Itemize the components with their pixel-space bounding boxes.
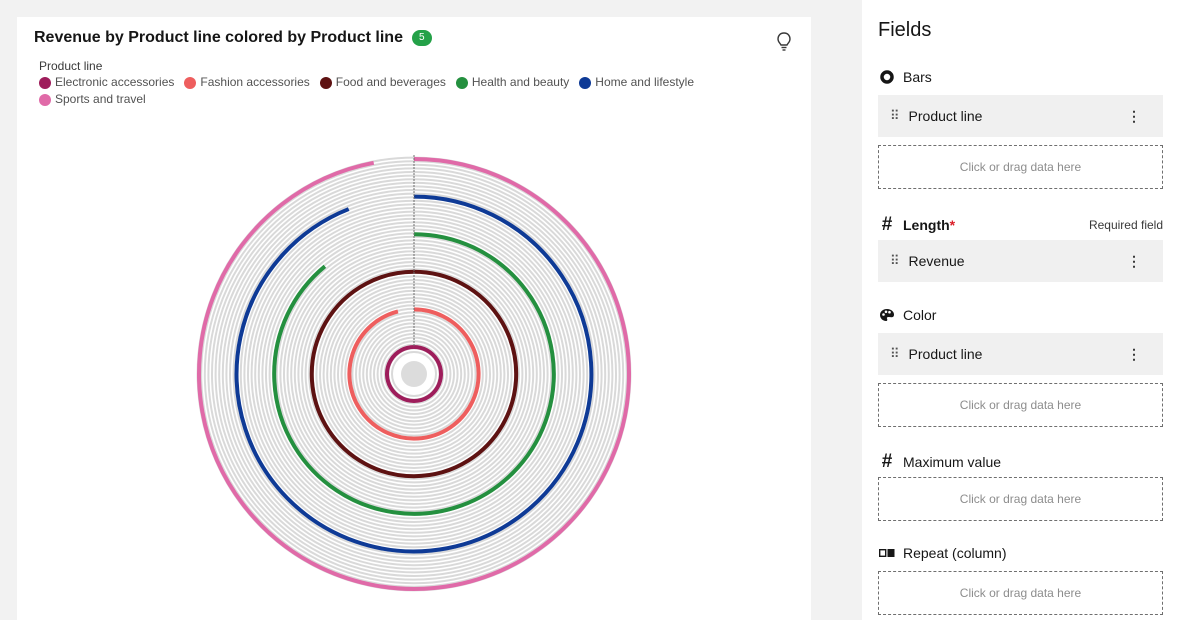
- section-repeat-column: Repeat (column): [878, 545, 1163, 561]
- section-maximum-value: # Maximum value: [878, 451, 1163, 473]
- field-chip-label: Product line: [908, 346, 983, 362]
- hash-icon: #: [881, 451, 893, 472]
- drag-handle-icon[interactable]: ⠿: [890, 253, 899, 269]
- drop-zone-maximum-value[interactable]: Click or drag data here: [878, 477, 1163, 521]
- overflow-menu-icon[interactable]: ⋮: [1127, 253, 1141, 270]
- section-label: Repeat (column): [903, 545, 1007, 561]
- section-label: Length: [903, 217, 950, 233]
- chart-center-dot: [401, 361, 427, 387]
- drop-zone-color[interactable]: Click or drag data here: [878, 383, 1163, 427]
- field-chip-label: Revenue: [908, 253, 965, 269]
- field-chip-product-line[interactable]: ⠿ Product line ⋮: [878, 95, 1163, 137]
- chart-card: Revenue by Product line colored by Produ…: [17, 17, 811, 620]
- repeat-column-icon: [878, 548, 896, 558]
- field-chip-product-line-color[interactable]: ⠿ Product line ⋮: [878, 333, 1163, 375]
- radial-bar-chart: [196, 155, 632, 592]
- section-label: Maximum value: [903, 454, 1002, 470]
- overflow-menu-icon[interactable]: ⋮: [1127, 346, 1141, 363]
- field-chip-label: Product line: [908, 108, 983, 124]
- section-label: Bars: [903, 69, 932, 85]
- section-bars: Bars: [878, 69, 1163, 85]
- drag-handle-icon[interactable]: ⠿: [890, 108, 899, 124]
- fields-panel: Fields Bars ⠿ Product line ⋮ Click or dr…: [862, 0, 1203, 620]
- required-field-note: Required field: [1088, 218, 1163, 232]
- drop-zone-repeat-column[interactable]: Click or drag data here: [878, 571, 1163, 615]
- section-length: # Length * Required field: [878, 214, 1163, 236]
- hash-icon: #: [881, 214, 893, 235]
- drop-zone-bars[interactable]: Click or drag data here: [878, 145, 1163, 189]
- section-label: Color: [903, 307, 937, 323]
- required-asterisk: *: [949, 217, 956, 233]
- donut-icon: [878, 70, 896, 84]
- overflow-menu-icon[interactable]: ⋮: [1127, 108, 1141, 125]
- palette-icon: [878, 308, 896, 322]
- section-color: Color: [878, 307, 1163, 323]
- drag-handle-icon[interactable]: ⠿: [890, 346, 899, 362]
- panel-title: Fields: [878, 19, 932, 41]
- field-chip-revenue[interactable]: ⠿ Revenue ⋮: [878, 240, 1163, 282]
